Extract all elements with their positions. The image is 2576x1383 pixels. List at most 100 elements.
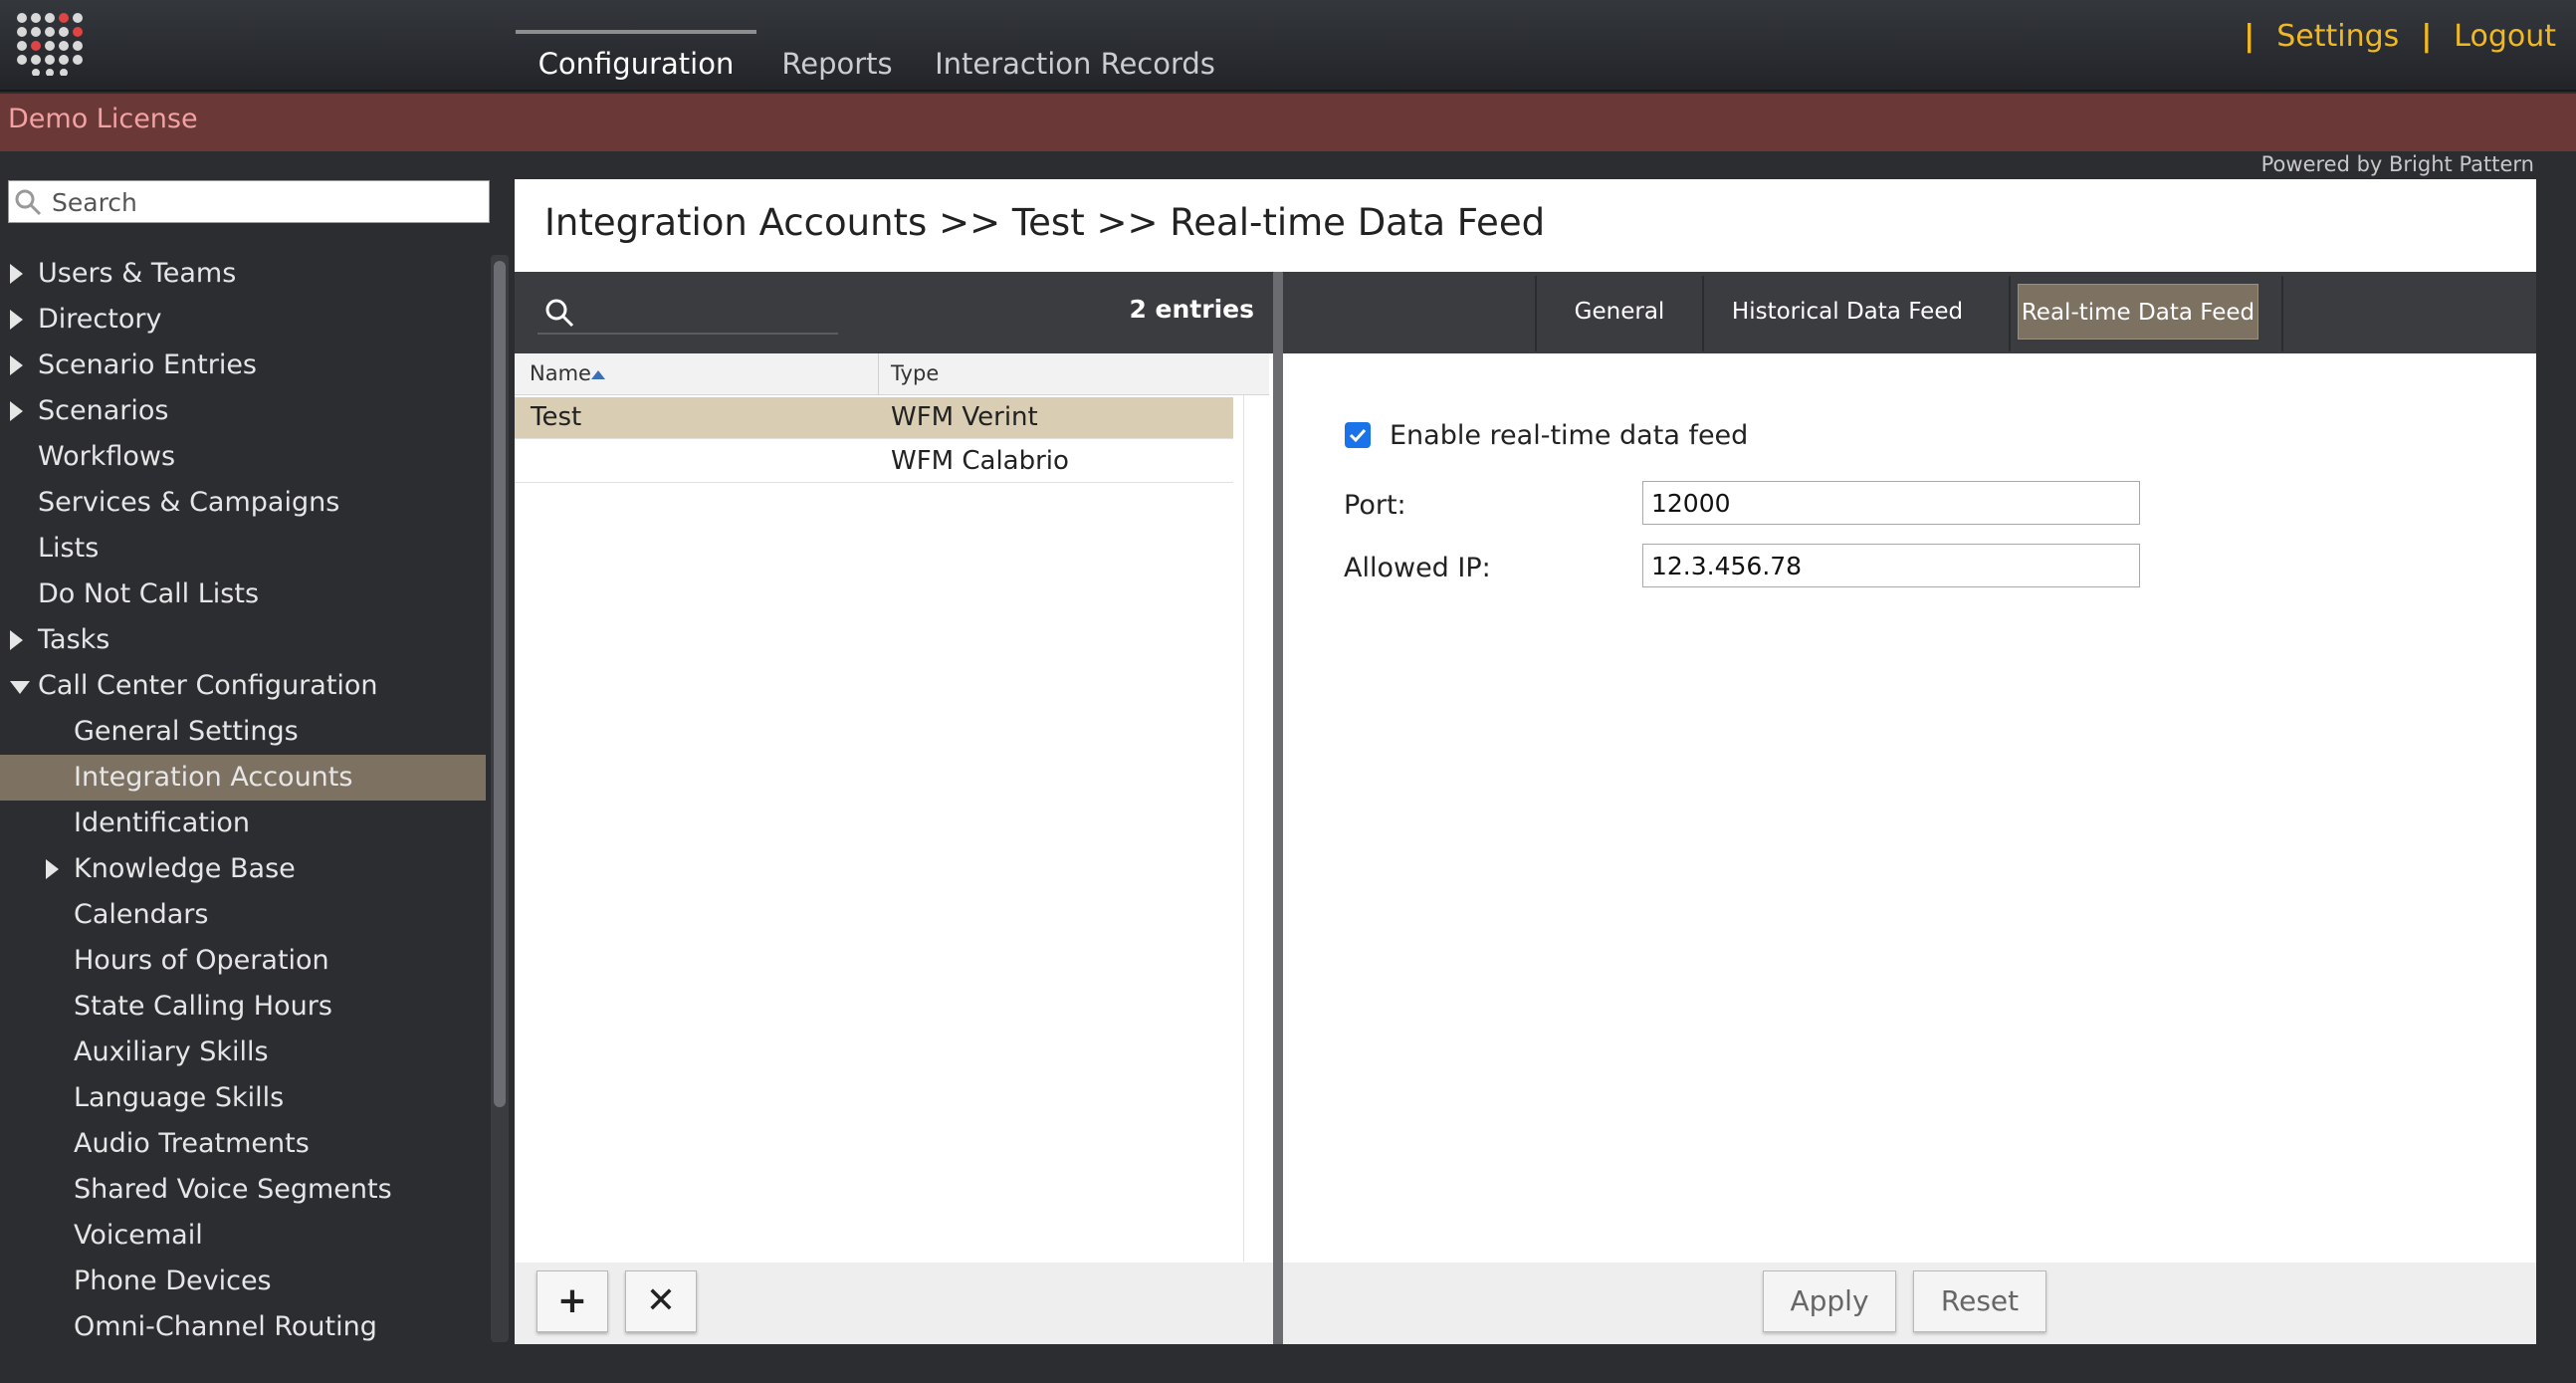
powered-by-text: Powered by Bright Pattern [2260,152,2534,176]
sidebar-item[interactable]: Users & Teams [0,251,486,297]
allowed-ip-field[interactable] [1642,544,2140,587]
table-row[interactable]: WFM Calabrio [515,441,1233,483]
sidebar-item[interactable]: Phone Devices [0,1259,486,1304]
port-field[interactable] [1642,481,2140,525]
sidebar-item[interactable]: Tasks [0,617,486,663]
sidebar-item-label: Voicemail [74,1220,203,1251]
sidebar-item-label: Knowledge Base [74,853,296,884]
page-title: Integration Accounts >> Test >> Real-tim… [544,201,1546,244]
chevron-down-icon[interactable] [10,681,30,694]
chevron-right-icon[interactable] [10,630,23,650]
sidebar-item-label: Hours of Operation [74,945,329,976]
settings-link[interactable]: Settings [2276,19,2399,54]
sidebar-item-label: Users & Teams [38,258,237,289]
sidebar-item[interactable]: Integration Accounts [0,755,486,801]
tab-real-time-data-feed[interactable]: Real-time Data Feed [2018,284,2258,340]
license-bar [0,94,2576,151]
sidebar-item-label: State Calling Hours [74,991,332,1022]
sidebar-item-label: Workflows [38,441,176,472]
sidebar-item-label: Identification [74,807,251,838]
app-grid-icon[interactable] [14,10,84,77]
sidebar-item-label: Audio Treatments [74,1128,310,1159]
tab-separator [2009,276,2011,351]
bottom-strip [0,1346,2576,1383]
allowed-ip-label: Allowed IP: [1344,553,1491,583]
tab-separator [2281,276,2283,351]
sidebar-item[interactable]: Calendars [0,892,486,938]
sidebar-item[interactable]: Identification [0,801,486,846]
sidebar-item-label: Scenario Entries [38,349,257,380]
row-type: WFM Verint [891,402,1038,432]
tab-historical-data-feed[interactable]: Historical Data Feed [1708,284,1987,340]
sort-ascending-icon [591,370,605,379]
sidebar-item-label: Calendars [74,899,209,930]
list-search-field[interactable] [537,333,838,335]
row-type: WFM Calabrio [891,446,1069,476]
sidebar-item-label: Phone Devices [74,1266,272,1296]
column-name-header[interactable]: Name [530,361,591,385]
entries-count: 2 entries [1129,295,1254,324]
list-scrollbar[interactable] [1243,395,1269,1262]
port-label: Port: [1344,490,1406,521]
separator: | [2421,18,2433,54]
sidebar-item-label: Integration Accounts [74,762,353,793]
enable-realtime-label[interactable]: Enable real-time data feed [1390,420,1748,451]
chevron-right-icon[interactable] [10,355,23,375]
sidebar-item-label: Call Center Configuration [38,670,378,701]
tab-reports[interactable]: Reports [766,30,908,92]
sidebar-item[interactable]: Voicemail [0,1213,486,1259]
sidebar-item[interactable]: Directory [0,297,486,343]
sidebar-item[interactable]: Hours of Operation [0,938,486,984]
top-bar [0,0,2576,92]
sidebar-item[interactable]: Omni-Channel Routing [0,1304,486,1350]
chevron-right-icon[interactable] [10,264,23,284]
search-icon [14,188,42,216]
sidebar-item[interactable]: Scenario Entries [0,343,486,388]
tab-separator [1535,276,1537,351]
tab-separator [1702,276,1704,351]
sidebar-item-label: Shared Voice Segments [74,1174,392,1205]
sidebar-scrollbar-thumb[interactable] [494,261,506,1107]
pane-splitter[interactable] [1273,272,1283,1344]
sidebar-item[interactable]: Services & Campaigns [0,480,486,526]
sidebar-item[interactable]: Do Not Call Lists [0,572,486,617]
sidebar-item-label: Scenarios [38,395,169,426]
sidebar-item[interactable]: General Settings [0,709,486,755]
sidebar-item[interactable]: Audio Treatments [0,1121,486,1167]
license-text: Demo License [8,104,198,134]
sidebar-item[interactable]: Shared Voice Segments [0,1167,486,1213]
tab-configuration[interactable]: Configuration [516,30,756,92]
reset-button[interactable]: Reset [1913,1270,2046,1332]
search-input[interactable] [50,183,478,221]
sidebar-item[interactable]: Language Skills [0,1075,486,1121]
column-type-header[interactable]: Type [891,361,939,385]
chevron-right-icon[interactable] [10,401,23,421]
sidebar-item-label: Do Not Call Lists [38,578,260,609]
logout-link[interactable]: Logout [2454,19,2556,54]
list-search-icon[interactable] [543,297,575,329]
sidebar-item-label: Omni-Channel Routing [74,1311,377,1342]
enable-realtime-checkbox[interactable] [1345,422,1371,448]
add-button[interactable]: + [537,1270,608,1332]
table-row[interactable]: Test WFM Verint [515,397,1233,439]
sidebar-item-label: Language Skills [74,1082,285,1113]
column-divider[interactable] [878,353,879,395]
sidebar-item[interactable]: Workflows [0,434,486,480]
sidebar-item[interactable]: Auxiliary Skills [0,1030,486,1075]
tab-interaction-records[interactable]: Interaction Records [928,30,1222,92]
chevron-right-icon[interactable] [46,859,59,879]
sidebar-item[interactable]: Scenarios [0,388,486,434]
sidebar-item-label: Services & Campaigns [38,487,340,518]
chevron-right-icon[interactable] [10,310,23,330]
tab-general[interactable]: General [1541,284,1698,340]
detail-footer [1283,1263,2536,1344]
sidebar-item[interactable]: Knowledge Base [0,846,486,892]
apply-button[interactable]: Apply [1763,1270,1896,1332]
delete-button[interactable]: ✕ [625,1270,697,1332]
separator: | [2244,18,2255,54]
sidebar-item-label: Auxiliary Skills [74,1037,269,1067]
sidebar-item[interactable]: Lists [0,526,486,572]
sidebar-item-label: Directory [38,304,162,335]
sidebar-item[interactable]: Call Center Configuration [0,663,486,709]
sidebar-item[interactable]: State Calling Hours [0,984,486,1030]
